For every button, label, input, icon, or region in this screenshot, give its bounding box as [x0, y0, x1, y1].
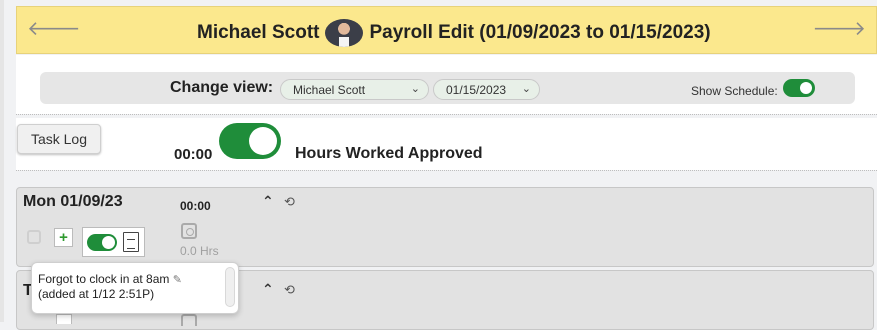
note-tooltip: Forgot to clock in at 8am ✎ (added at 1/…	[31, 262, 239, 314]
change-view-label: Change view:	[170, 79, 274, 96]
chevron-down-icon: ⌄	[410, 83, 420, 95]
undo-icon[interactable]: ⟲	[284, 194, 295, 210]
total-time: 00:00	[174, 146, 213, 163]
add-punch-button[interactable]: +	[54, 228, 73, 247]
avatar	[325, 19, 364, 47]
hours-approved-label: Hours Worked Approved	[295, 145, 483, 162]
day-approve-toggle[interactable]	[87, 234, 117, 251]
task-log-button[interactable]: Task Log	[17, 124, 101, 154]
employee-select-value: Michael Scott	[293, 83, 366, 97]
payroll-title: Payroll Edit (01/09/2023 to 01/15/2023)	[369, 22, 711, 43]
employee-name: Michael Scott	[197, 22, 320, 43]
divider	[16, 114, 877, 115]
arrow-right-icon[interactable]: 🡒	[812, 17, 866, 41]
day-label: Mon 01/09/23	[23, 193, 123, 210]
tooltip-line-1: Forgot to clock in at 8am ✎	[38, 272, 238, 287]
date-select[interactable]: 01/15/2023 ⌄	[433, 79, 540, 100]
add-punch-button[interactable]	[56, 314, 72, 324]
collapse-caret-icon[interactable]: ⌃	[262, 193, 274, 210]
show-schedule-label: Show Schedule:	[691, 84, 778, 98]
time-clock-icon	[181, 314, 197, 326]
collapse-caret-icon[interactable]: ⌃	[262, 281, 274, 298]
tooltip-line-2: (added at 1/12 2:51P)	[38, 287, 155, 301]
payroll-header: 🡐 Michael Scott Payroll Edit (01/09/2023…	[16, 6, 877, 54]
undo-icon[interactable]: ⟲	[284, 282, 295, 298]
note-document-icon[interactable]	[123, 232, 139, 252]
tooltip-scrollbar[interactable]	[225, 267, 235, 307]
divider	[16, 170, 877, 171]
day-hours: 0.0 Hrs	[180, 244, 219, 258]
day-time: 00:00	[180, 199, 211, 213]
show-schedule-toggle[interactable]	[783, 79, 815, 97]
chevron-down-icon: ⌄	[521, 83, 531, 95]
hours-approved-toggle[interactable]	[219, 123, 281, 159]
change-view-bar: Change view: Michael Scott ⌄ 01/15/2023 …	[40, 72, 855, 104]
time-clock-icon	[181, 223, 197, 239]
page-title: Michael Scott Payroll Edit (01/09/2023 t…	[197, 18, 711, 48]
page-left-edge	[0, 0, 4, 322]
pencil-icon[interactable]: ✎	[173, 274, 182, 286]
tooltip-note-text: Forgot to clock in at 8am	[38, 272, 170, 286]
date-select-value: 01/15/2023	[446, 83, 507, 97]
arrow-left-icon[interactable]: 🡐	[27, 17, 81, 41]
day-approve-box	[82, 227, 145, 257]
employee-select[interactable]: Michael Scott ⌄	[280, 79, 429, 100]
lock-icon	[27, 230, 41, 244]
